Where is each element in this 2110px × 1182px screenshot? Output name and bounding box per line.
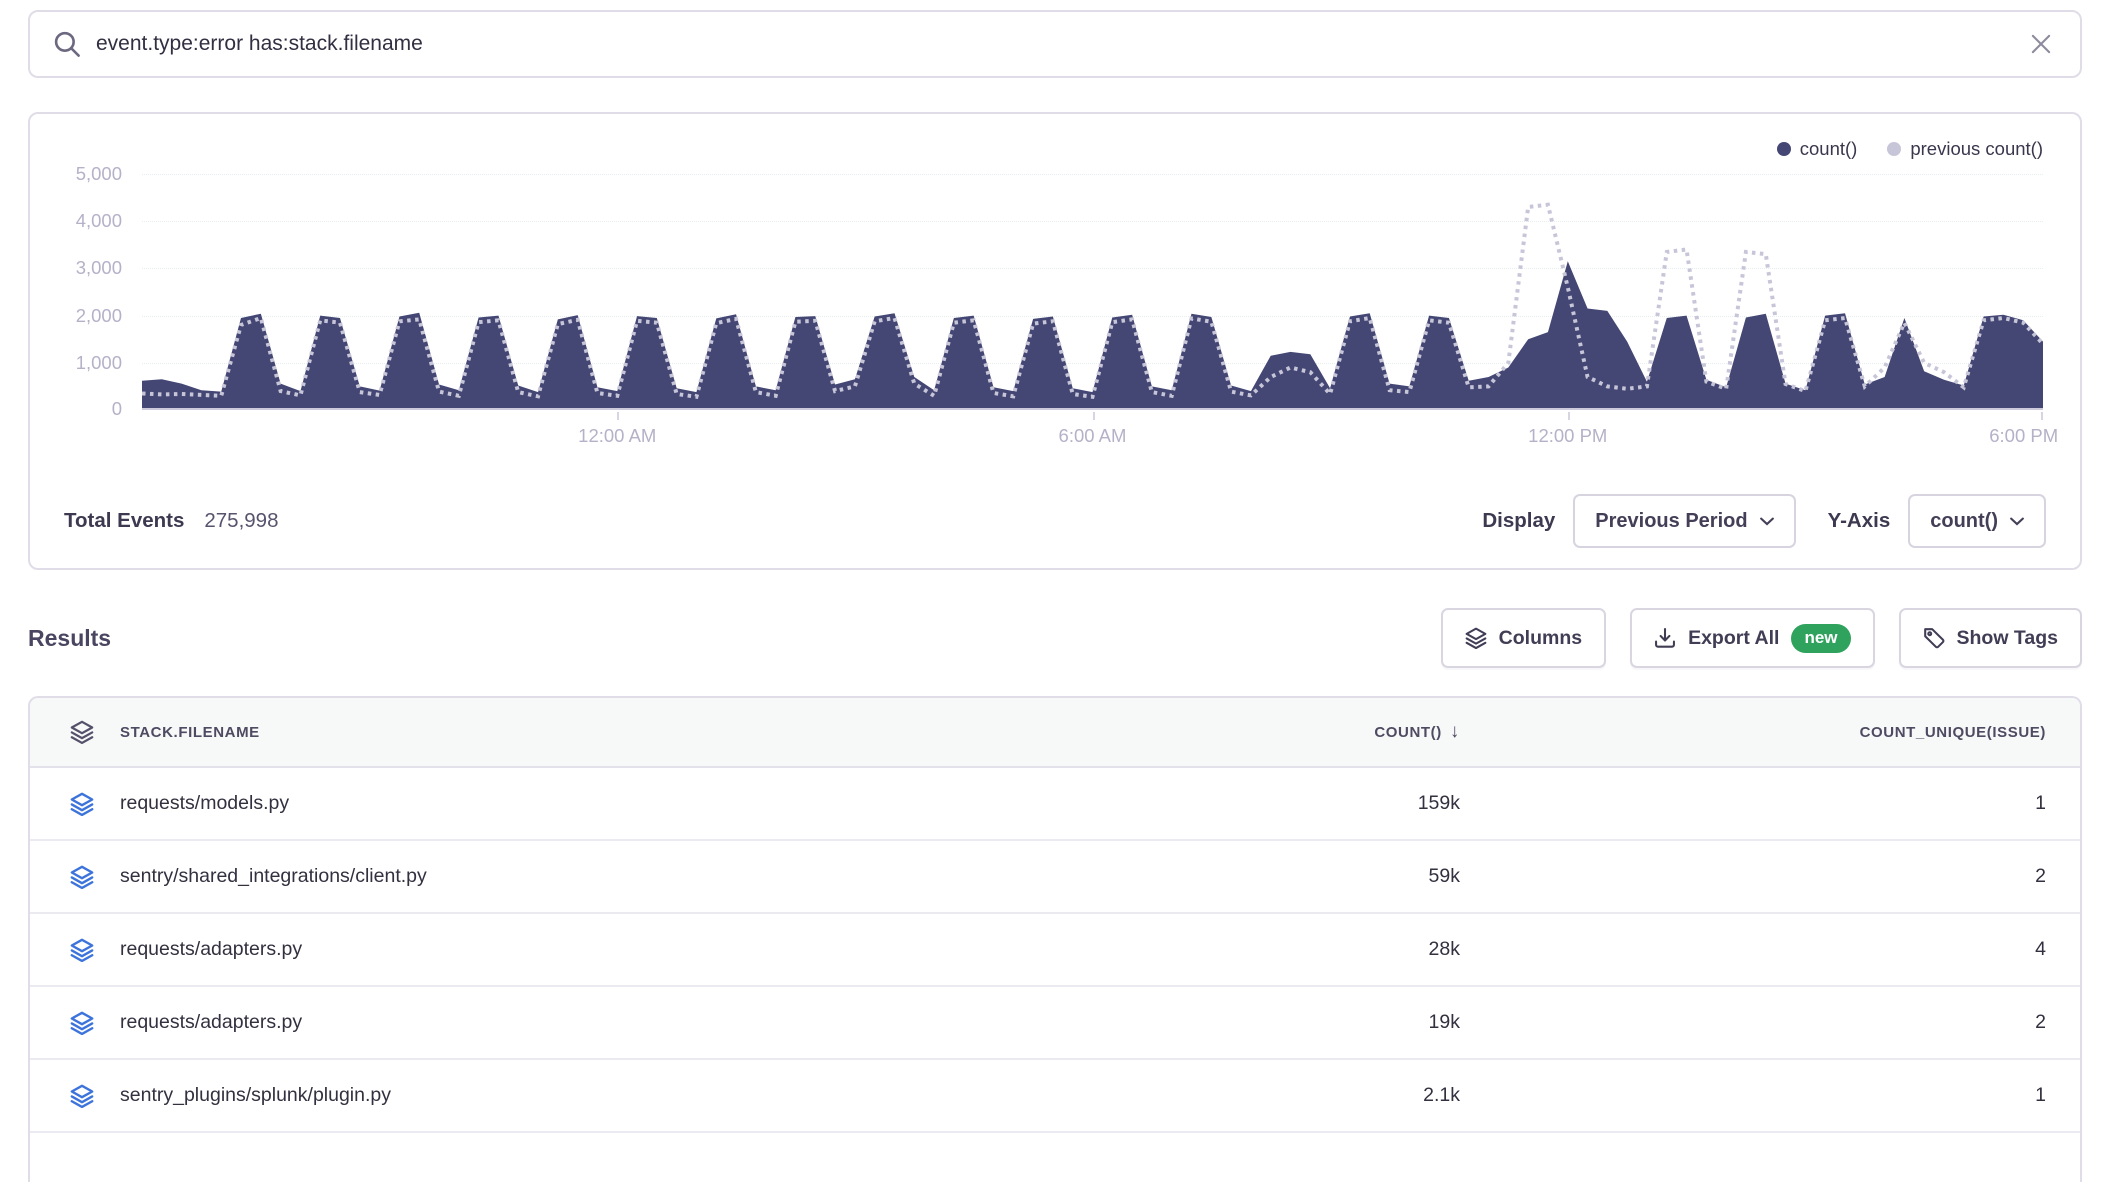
area-chart xyxy=(142,157,2043,410)
close-icon xyxy=(2028,31,2054,57)
results-header: Results Columns Export All new Show Tags xyxy=(28,608,2082,668)
layers-icon xyxy=(70,865,94,889)
x-axis-tickmark xyxy=(617,412,619,420)
y-axis-dropdown-value: count() xyxy=(1930,510,1998,533)
count-cell: 159k xyxy=(1120,792,1460,815)
stack-expand-button[interactable] xyxy=(68,790,96,818)
search-bar xyxy=(28,10,2082,78)
events-chart-card: count() previous count() 5,000 4,000 3,0… xyxy=(28,112,2082,570)
sort-desc-icon: ↓ xyxy=(1450,721,1460,742)
count-unique-cell: 4 xyxy=(1460,938,2080,961)
count-unique-cell: 2 xyxy=(1460,1011,2080,1034)
count-unique-cell: 2 xyxy=(1460,865,2080,888)
table-body: requests/models.py 159k 1 sentry/shared_… xyxy=(30,768,2080,1133)
layers-icon xyxy=(70,1084,94,1108)
count-unique-cell: 1 xyxy=(1460,792,2080,815)
clear-search-button[interactable] xyxy=(2024,27,2058,61)
results-title: Results xyxy=(28,625,111,652)
stack-expand-button[interactable] xyxy=(68,1009,96,1037)
layers-icon xyxy=(70,720,94,744)
table-row: sentry/shared_integrations/client.py 59k… xyxy=(30,841,2080,914)
count-series-area xyxy=(142,261,2043,410)
count-unique-cell: 1 xyxy=(1460,1084,2080,1107)
y-axis-tick: 0 xyxy=(30,398,122,420)
stack-expand-button[interactable] xyxy=(68,936,96,964)
display-dropdown-value: Previous Period xyxy=(1595,510,1747,533)
layers-icon xyxy=(1465,627,1487,649)
x-axis-tick: 6:00 AM xyxy=(1059,425,1127,447)
count-cell: 19k xyxy=(1120,1011,1460,1034)
display-label: Display xyxy=(1482,509,1555,533)
x-axis-tick: 6:00 PM xyxy=(1989,425,2058,447)
layers-icon xyxy=(70,938,94,962)
stack-column-icon-header[interactable] xyxy=(44,720,120,744)
layers-icon xyxy=(70,792,94,816)
search-icon xyxy=(52,29,82,59)
export-all-button-label: Export All xyxy=(1688,627,1779,650)
stack-filename-cell: requests/adapters.py xyxy=(120,938,1120,961)
y-axis-tick: 3,000 xyxy=(30,257,122,279)
columns-button-label: Columns xyxy=(1499,627,1582,650)
stack-filename-cell: sentry/shared_integrations/client.py xyxy=(120,865,1120,888)
layers-icon xyxy=(70,1011,94,1035)
y-axis-tick: 5,000 xyxy=(30,163,122,185)
chart-plot-area[interactable]: 5,000 4,000 3,000 2,000 1,000 0 12:00 AM… xyxy=(142,157,2043,410)
count-series-dot xyxy=(1777,142,1791,156)
x-axis-tickmark xyxy=(2041,412,2043,420)
total-events-label: Total Events xyxy=(64,509,184,533)
table-row: requests/adapters.py 19k 2 xyxy=(30,987,2080,1060)
display-dropdown[interactable]: Previous Period xyxy=(1573,494,1795,548)
x-axis-tick: 12:00 PM xyxy=(1528,425,1607,447)
table-row: requests/models.py 159k 1 xyxy=(30,768,2080,841)
table-header-row: STACK.FILENAME COUNT()↓ COUNT_UNIQUE(ISS… xyxy=(30,698,2080,768)
y-axis-label: Y-Axis xyxy=(1828,509,1891,533)
column-header-stack-filename[interactable]: STACK.FILENAME xyxy=(120,724,1120,741)
stack-expand-button[interactable] xyxy=(68,863,96,891)
y-axis-tick: 2,000 xyxy=(30,305,122,327)
column-header-count[interactable]: COUNT()↓ xyxy=(1120,721,1460,743)
x-axis-line xyxy=(142,408,2043,410)
export-all-button[interactable]: Export All new xyxy=(1630,608,1874,668)
search-input[interactable] xyxy=(96,32,2024,56)
column-header-count-unique[interactable]: COUNT_UNIQUE(ISSUE) xyxy=(1460,724,2080,741)
table-row: requests/adapters.py 28k 4 xyxy=(30,914,2080,987)
columns-button[interactable]: Columns xyxy=(1441,608,1606,668)
previous-count-series-dot xyxy=(1887,142,1901,156)
count-cell: 2.1k xyxy=(1120,1084,1460,1107)
stack-filename-cell: requests/adapters.py xyxy=(120,1011,1120,1034)
chevron-down-icon xyxy=(2010,517,2024,526)
show-tags-button-label: Show Tags xyxy=(1957,627,2058,650)
total-events-value: 275,998 xyxy=(204,509,278,533)
y-axis-tick: 1,000 xyxy=(30,352,122,374)
download-icon xyxy=(1654,627,1676,649)
x-axis-tickmark xyxy=(1093,412,1095,420)
chart-footer: Total Events 275,998 Display Previous Pe… xyxy=(64,490,2046,552)
tag-icon xyxy=(1923,627,1945,649)
x-axis-tick: 12:00 AM xyxy=(578,425,656,447)
stack-filename-cell: sentry_plugins/splunk/plugin.py xyxy=(120,1084,1120,1107)
table-row: sentry_plugins/splunk/plugin.py 2.1k 1 xyxy=(30,1060,2080,1133)
stack-filename-cell: requests/models.py xyxy=(120,792,1120,815)
chevron-down-icon xyxy=(1760,517,1774,526)
new-badge: new xyxy=(1791,624,1850,653)
y-axis-tick: 4,000 xyxy=(30,210,122,232)
results-table: STACK.FILENAME COUNT()↓ COUNT_UNIQUE(ISS… xyxy=(28,696,2082,1182)
y-axis-dropdown[interactable]: count() xyxy=(1908,494,2046,548)
x-axis-tickmark xyxy=(1568,412,1570,420)
stack-expand-button[interactable] xyxy=(68,1082,96,1110)
show-tags-button[interactable]: Show Tags xyxy=(1899,608,2082,668)
count-cell: 59k xyxy=(1120,865,1460,888)
count-cell: 28k xyxy=(1120,938,1460,961)
